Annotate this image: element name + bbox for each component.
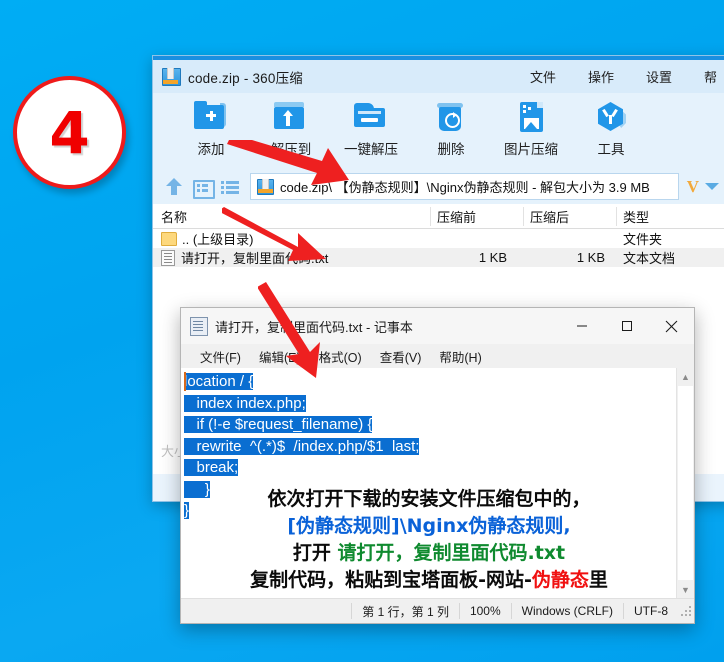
code-line: location / { [184,371,676,393]
extract-to-icon [272,99,310,135]
zip-address-row: code.zip\ 【伪静态规则】\Nginx伪静态规则 - 解包大小为 3.9… [153,169,724,204]
code-line-text: rewrite ^(.*)$ /index.php/$1 last; [184,437,420,455]
text-file-icon [161,249,175,266]
toolbar-one-click-extract-button[interactable]: 一键解压 [331,99,411,158]
notepad-window-title: 请打开，复制里面代码.txt - 记事本 [215,319,413,335]
view-pane-icon[interactable] [190,176,215,199]
resize-grip-icon[interactable] [678,603,694,619]
toolbar-tools-button[interactable]: 工具 [571,99,651,158]
code-line: } [184,500,676,522]
code-line-text: index index.php; [184,394,306,412]
notepad-menu-bar: 文件(F) 编辑(E) 格式(O) 查看(V) 帮助(H) [181,344,694,368]
add-folder-icon [192,99,230,135]
zip-window-title: code.zip - 360压缩 [188,70,304,86]
notepad-title-bar: 请打开，复制里面代码.txt - 记事本 [181,308,694,344]
code-line-text: break; [184,459,239,476]
code-line-text: location / { [184,373,254,390]
code-line: break; [184,457,676,479]
status-line-ending: Windows (CRLF) [510,603,623,619]
list-view-icon[interactable] [218,176,242,198]
menu-view[interactable]: 查看(V) [371,347,431,366]
zip-menu-bar: 文件 操作 设置 帮 [514,60,724,93]
menu-help[interactable]: 帮助(H) [430,347,490,366]
zip-menu-action[interactable]: 操作 [572,67,630,86]
zip-title-bar: code.zip - 360压缩 文件 操作 设置 帮 [153,60,724,93]
column-header-type[interactable]: 类型 [616,206,724,226]
minimize-icon [576,325,587,327]
toolbar-add-button[interactable]: 添加 [171,99,251,158]
zip-toolbar: 添加 解压到 一键解压 删除 图片压缩 工具 [153,93,724,169]
toolbar-image-compress-label: 图片压缩 [504,142,558,157]
scroll-down-icon[interactable]: ▼ [677,581,694,598]
row-type: 文本文档 [623,251,676,266]
close-button[interactable] [649,308,694,344]
tools-icon [592,99,630,135]
maximize-button[interactable] [604,308,649,344]
toolbar-one-click-label: 一键解压 [344,142,398,157]
zip-menu-file[interactable]: 文件 [514,67,572,86]
table-row[interactable]: 请打开，复制里面代码.txt 1 KB 1 KB 文本文档 [153,248,724,267]
row-type: 文件夹 [623,232,663,247]
notepad-status-bar: 第 1 行，第 1 列 100% Windows (CRLF) UTF-8 [181,598,694,623]
close-icon [665,320,678,332]
status-encoding: UTF-8 [623,603,678,619]
up-arrow-icon[interactable] [162,176,186,198]
scroll-up-icon[interactable]: ▲ [677,368,694,385]
column-header-name[interactable]: 名称 [153,207,430,226]
code-line: } [184,479,676,501]
zip-menu-help[interactable]: 帮 [688,67,724,86]
row-size-after: 1 KB [576,250,605,265]
v-logo-icon[interactable]: V [687,177,699,197]
step-number-text: 4 [49,98,90,167]
toolbar-extract-to-button[interactable]: 解压到 [251,99,331,158]
status-cursor-position: 第 1 行，第 1 列 [351,603,459,619]
row-name: 请打开，复制里面代码.txt [181,251,329,266]
column-header-after[interactable]: 压缩后 [523,206,616,226]
chevron-down-icon[interactable] [705,183,719,190]
maximize-icon [621,321,632,331]
status-zoom-level: 100% [458,603,511,619]
notepad-window: 请打开，复制里面代码.txt - 记事本 文件(F) 编辑(E) 格式(O) 查… [180,307,695,624]
toolbar-extract-to-label: 解压到 [270,142,312,157]
zip-archive-icon [162,67,181,86]
folder-icon [161,231,177,246]
menu-edit[interactable]: 编辑(E) [250,347,310,366]
toolbar-delete-button[interactable]: 删除 [411,99,491,158]
zip-archive-icon [257,178,274,195]
code-line-text: } [184,502,190,519]
toolbar-delete-label: 删除 [437,142,465,157]
zip-menu-settings[interactable]: 设置 [630,67,688,86]
code-line: if (!-e $request_filename) { [184,414,676,436]
trash-icon [432,99,470,135]
menu-file[interactable]: 文件(F) [191,347,250,366]
code-line-text: } [184,480,210,498]
one-click-extract-icon [352,99,390,135]
code-line: rewrite ^(.*)$ /index.php/$1 last; [184,436,676,458]
minimize-button[interactable] [559,308,604,344]
toolbar-image-compress-button[interactable]: 图片压缩 [491,99,571,158]
row-name: .. (上级目录) [182,232,254,247]
toolbar-add-label: 添加 [197,142,225,157]
image-compress-icon [512,99,550,135]
code-line-text: if (!-e $request_filename) { [184,416,373,433]
row-size-before: 1 KB [478,250,507,265]
column-header-before[interactable]: 压缩前 [430,206,523,226]
address-bar-path: code.zip\ 【伪静态规则】\Nginx伪静态规则 - 解包大小为 3.9… [280,180,650,195]
code-line: index index.php; [184,393,676,415]
step-number-badge: 4 [13,76,126,189]
table-row[interactable]: .. (上级目录) 文件夹 [153,229,724,248]
vertical-scrollbar[interactable]: ▲ ▼ [676,368,694,598]
toolbar-tools-label: 工具 [597,142,625,157]
scrollbar-thumb[interactable] [678,386,693,580]
address-bar-input[interactable]: code.zip\ 【伪静态规则】\Nginx伪静态规则 - 解包大小为 3.9… [250,173,679,200]
menu-format[interactable]: 格式(O) [310,347,371,366]
file-list-header: 名称 压缩前 压缩后 类型 [153,204,724,229]
text-caret [184,372,186,391]
window-controls [559,308,694,344]
notepad-icon [190,316,208,336]
notepad-text-area[interactable]: location / { index index.php; if (!-e $r… [181,368,694,598]
notepad-content[interactable]: location / { index index.php; if (!-e $r… [181,368,676,598]
